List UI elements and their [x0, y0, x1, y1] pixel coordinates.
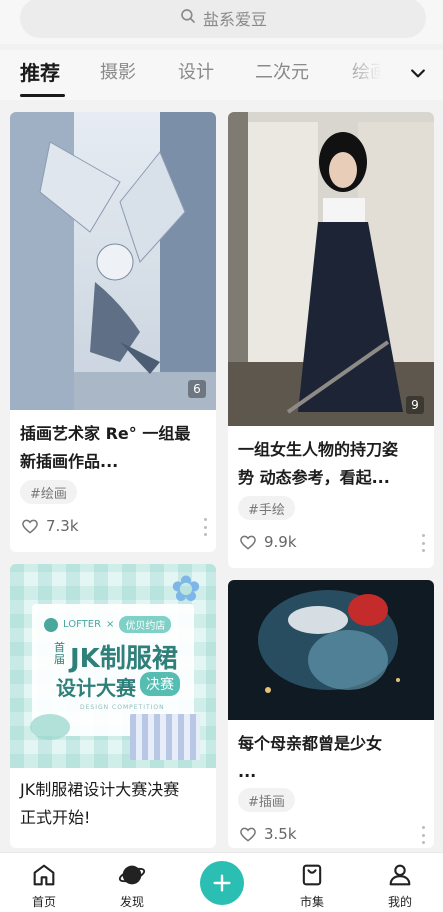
card-title-line: ...	[238, 762, 257, 781]
bow-illustration	[30, 714, 70, 740]
more-options-icon[interactable]	[420, 534, 426, 552]
feed-card[interactable]: 每个母亲都曾是少女 ... #插画 3.5k	[228, 580, 434, 848]
nav-label: 发现	[119, 895, 144, 909]
profile-icon	[389, 864, 411, 886]
poster-separator: ×	[106, 619, 115, 630]
category-tabs: 推荐 摄影 设计 二次元 绘画	[0, 50, 443, 100]
nav-label: 市集	[299, 895, 324, 909]
search-icon	[179, 7, 197, 29]
image-count-badge: 6	[188, 380, 206, 398]
nav-label: 首页	[31, 895, 56, 909]
expand-tabs-button[interactable]	[405, 62, 431, 88]
create-post-button[interactable]	[200, 861, 244, 905]
nav-profile[interactable]: 我的	[370, 861, 430, 910]
card-title-line: 一组女生人物的持刀姿	[238, 440, 399, 459]
like-count: 9.9k	[264, 533, 297, 551]
feed-card[interactable]: 6 插画艺术家 Re° 一组最 新插画作品... #绘画 7.3k	[10, 112, 216, 552]
card-tag[interactable]: #手绘	[238, 496, 295, 520]
card-title-line: JK制服裙设计大赛决赛	[20, 780, 180, 799]
poster-caption: DESIGN COMPETITION	[80, 704, 165, 711]
feed-card[interactable]: 9 一组女生人物的持刀姿 势 动态参考，看起... #手绘 9.9k	[228, 112, 434, 568]
card-title-line: 正式开始!	[20, 808, 91, 827]
card-tag[interactable]: #插画	[238, 788, 295, 812]
like-count: 3.5k	[264, 825, 297, 843]
poster-subheadline: 设计大赛	[56, 676, 136, 700]
tab-anime[interactable]: 二次元	[255, 58, 309, 84]
plus-icon	[213, 874, 231, 892]
like-count: 7.3k	[46, 517, 79, 535]
card-title: 每个母亲都曾是少女 ...	[238, 730, 424, 786]
feed-card[interactable]: LOFTER × 优贝约店 首届 JK制服裙 设计大赛 决赛 DESIGN CO…	[10, 564, 216, 848]
more-options-icon[interactable]	[202, 518, 208, 536]
tab-design[interactable]: 设计	[178, 58, 214, 84]
chevron-down-icon	[408, 63, 428, 87]
shopping-bag-icon	[302, 864, 322, 886]
nav-home[interactable]: 首页	[14, 861, 74, 910]
more-options-icon[interactable]	[420, 826, 426, 844]
nav-label: 我的	[387, 895, 412, 909]
poster-partner: 优贝约店	[119, 616, 172, 633]
card-image-illustration: 6	[10, 112, 216, 410]
nav-market[interactable]: 市集	[282, 861, 342, 910]
search-input[interactable]: 盐系爱豆	[20, 0, 426, 38]
card-title: 插画艺术家 Re° 一组最 新插画作品...	[20, 420, 206, 476]
card-title-line: 势 动态参考，看起...	[238, 468, 390, 487]
like-button[interactable]: 9.9k	[238, 532, 297, 552]
flower-decoration: ✿	[170, 569, 202, 610]
card-tag[interactable]: #绘画	[20, 480, 77, 504]
poster-headline: JK制服裙	[70, 644, 178, 674]
skirt-illustration	[130, 714, 200, 760]
active-tab-indicator	[20, 94, 65, 97]
card-title-line: 新插画作品...	[20, 452, 119, 471]
planet-icon	[118, 865, 146, 885]
heart-icon	[22, 519, 38, 534]
poster-small-text: 首届	[54, 641, 65, 666]
card-image-poster: LOFTER × 优贝约店 首届 JK制服裙 设计大赛 决赛 DESIGN CO…	[10, 564, 216, 768]
search-placeholder: 盐系爱豆	[202, 10, 267, 29]
tab-recommend[interactable]: 推荐	[20, 57, 60, 86]
image-count-badge: 9	[406, 396, 424, 414]
like-button[interactable]: 3.5k	[238, 824, 297, 844]
tab-fade	[340, 50, 400, 100]
nav-discover[interactable]: 发现	[102, 861, 162, 910]
like-button[interactable]: 7.3k	[20, 516, 79, 536]
heart-icon	[240, 827, 256, 842]
card-title: JK制服裙设计大赛决赛 正式开始!	[20, 776, 206, 832]
search-bar-area: 盐系爱豆	[0, 0, 443, 44]
card-title-line: 每个母亲都曾是少女	[238, 734, 383, 753]
card-image-photo: 9	[228, 112, 434, 426]
tab-photography[interactable]: 摄影	[100, 58, 136, 84]
poster-brand: LOFTER	[63, 619, 102, 630]
poster-badge: 决赛	[140, 672, 180, 696]
card-image-photo	[228, 580, 434, 720]
card-title-line: 插画艺术家 Re° 一组最	[20, 424, 191, 443]
home-icon	[33, 864, 55, 886]
card-title: 一组女生人物的持刀姿 势 动态参考，看起...	[238, 436, 424, 492]
heart-icon	[240, 535, 256, 550]
bottom-navigation: 首页 发现 市集 我的	[0, 852, 443, 912]
